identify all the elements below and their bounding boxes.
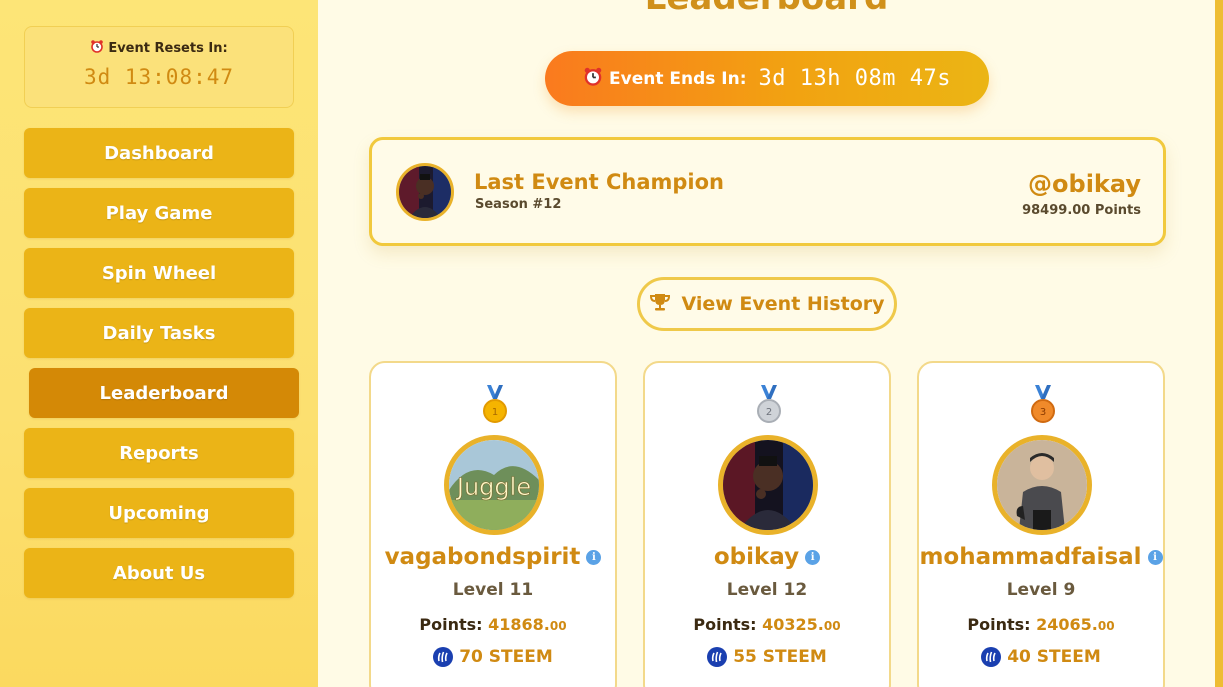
steem-icon: [433, 647, 454, 667]
sidebar-item-reports[interactable]: Reports: [24, 428, 294, 478]
reward: 55 STEEM: [645, 647, 889, 667]
avatar: Juggle: [444, 435, 544, 535]
svg-text:2: 2: [766, 407, 772, 418]
reward-amount: 55 STEEM: [733, 647, 827, 667]
leaderboard-card-rank-1[interactable]: 1 Juggle vagabondspirit i Level 11 Point…: [369, 361, 617, 687]
last-champion-card: Last Event Champion Season #12 @obikay 9…: [369, 137, 1166, 246]
sidebar-nav: Dashboard Play Game Spin Wheel Daily Tas…: [24, 128, 299, 608]
event-ends-countdown: 3d 13h 08m 47s: [758, 66, 951, 91]
sidebar-item-daily-tasks[interactable]: Daily Tasks: [24, 308, 294, 358]
champion-points: 98499.00 Points: [1022, 203, 1141, 218]
sidebar-item-leaderboard[interactable]: Leaderboard: [29, 368, 299, 418]
event-reset-heading: Event Resets In:: [25, 39, 293, 57]
points-decimal: 00: [549, 619, 567, 633]
svg-text:3: 3: [1040, 407, 1046, 418]
trophy-icon: [649, 292, 671, 317]
sidebar-item-spin-wheel[interactable]: Spin Wheel: [24, 248, 294, 298]
steem-icon: [981, 647, 1002, 667]
info-icon[interactable]: i: [1147, 549, 1163, 565]
avatar: [718, 435, 818, 535]
username: vagabondspirit i: [371, 544, 615, 570]
points-value: 41868.: [488, 615, 550, 634]
leaderboard-card-rank-2[interactable]: 2 obikay i Level 12 Points: 40325.00 55 …: [643, 361, 891, 687]
card-username-text[interactable]: mohammadfaisal: [919, 544, 1141, 570]
avatar-juggle-text: Juggle: [455, 473, 531, 501]
champion-title: Last Event Champion: [474, 170, 725, 194]
user-points: Points: 24065.00: [919, 615, 1163, 634]
event-ends-banner: Event Ends In: 3d 13h 08m 47s: [545, 51, 989, 106]
champion-username[interactable]: @obikay: [1028, 170, 1141, 198]
points-value: 24065.: [1036, 615, 1098, 634]
alarm-clock-icon: [583, 66, 603, 91]
champion-season: Season #12: [475, 197, 562, 212]
right-scroll-edge: [1215, 0, 1223, 687]
info-icon[interactable]: i: [586, 549, 602, 565]
view-event-history-label: View Event History: [681, 293, 885, 315]
event-reset-label: Event Resets In:: [108, 40, 228, 56]
reward: 40 STEEM: [919, 647, 1163, 667]
page-title: Leaderboard: [318, 0, 1215, 18]
sidebar: Event Resets In: 3d 13:08:47 Dashboard P…: [0, 0, 318, 687]
reward: 70 STEEM: [371, 647, 615, 667]
sidebar-item-about-us[interactable]: About Us: [24, 548, 294, 598]
alarm-clock-icon: [90, 39, 104, 57]
user-level: Level 9: [1006, 580, 1076, 600]
event-ends-label: Event Ends In:: [609, 68, 747, 89]
reward-amount: 40 STEEM: [1007, 647, 1101, 667]
gold-medal-icon: 1: [479, 385, 511, 425]
card-username-text[interactable]: obikay: [714, 544, 799, 570]
user-points: Points: 40325.00: [645, 615, 889, 634]
points-decimal: 00: [1097, 619, 1115, 633]
silver-medal-icon: 2: [753, 385, 785, 425]
view-event-history-button[interactable]: View Event History: [637, 277, 897, 331]
card-username-text[interactable]: vagabondspirit: [385, 544, 581, 570]
username: obikay i: [645, 544, 889, 570]
points-label: Points:: [419, 615, 483, 634]
sidebar-item-play-game[interactable]: Play Game: [24, 188, 294, 238]
reward-amount: 70 STEEM: [459, 647, 553, 667]
points-value: 40325.: [762, 615, 824, 634]
user-points: Points: 41868.00: [371, 615, 615, 634]
steem-icon: [707, 647, 728, 667]
user-level: Level 12: [726, 580, 808, 600]
user-level: Level 11: [452, 580, 534, 600]
points-label: Points:: [693, 615, 757, 634]
event-ends-heading: Event Ends In:: [583, 66, 747, 91]
username: mohammadfaisal i: [919, 544, 1163, 570]
champion-avatar: [396, 163, 454, 221]
avatar: [992, 435, 1092, 535]
sidebar-item-dashboard[interactable]: Dashboard: [24, 128, 294, 178]
sidebar-item-upcoming[interactable]: Upcoming: [24, 488, 294, 538]
leaderboard-card-rank-3[interactable]: 3 mohammadfaisal i Level 9 Points: 24065…: [917, 361, 1165, 687]
event-reset-box: Event Resets In: 3d 13:08:47: [24, 26, 294, 108]
event-reset-countdown: 3d 13:08:47: [83, 65, 235, 89]
svg-text:1: 1: [492, 407, 498, 418]
points-decimal: 00: [823, 619, 841, 633]
bronze-medal-icon: 3: [1027, 385, 1059, 425]
points-label: Points:: [967, 615, 1031, 634]
info-icon[interactable]: i: [805, 549, 821, 565]
